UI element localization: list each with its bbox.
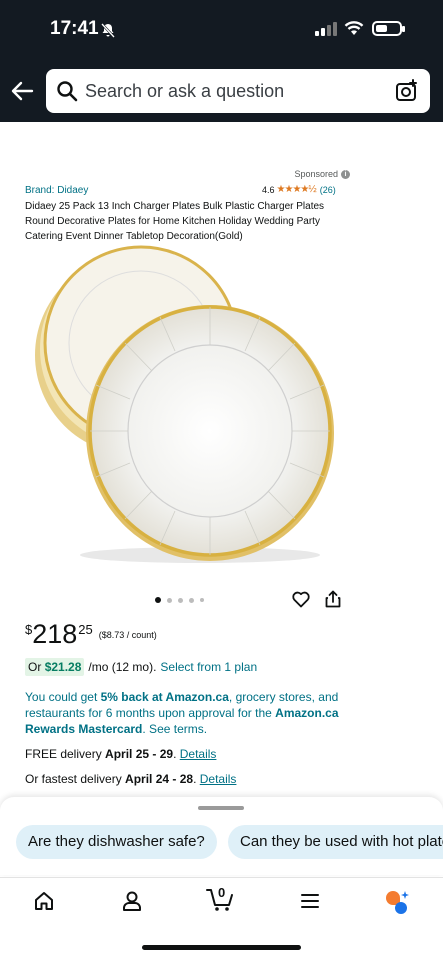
price: $ 218 25 ($8.73 / count) — [25, 618, 157, 650]
silent-bell-icon — [101, 23, 115, 38]
brand-link[interactable]: Brand: Didaey — [25, 185, 88, 196]
suggestion-chip[interactable]: Can they be used with hot plates? — [228, 825, 443, 859]
rating[interactable]: 4.6 ★★★★½ (26) — [262, 184, 336, 195]
back-arrow-icon[interactable] — [10, 80, 34, 102]
monthly-amount: $21.28 — [44, 660, 82, 674]
heart-icon[interactable] — [292, 591, 310, 608]
star-rating-icon: ★★★★½ — [276, 184, 317, 195]
details-link[interactable]: Details — [200, 772, 237, 786]
cart-count: 0 — [218, 885, 226, 900]
rating-count[interactable]: (26) — [320, 185, 336, 195]
search-input[interactable]: Search or ask a question — [85, 81, 284, 102]
wifi-icon — [344, 21, 364, 35]
select-plan-link[interactable]: Select from 1 plan — [160, 660, 257, 674]
share-icon[interactable] — [325, 590, 341, 608]
carousel-dot[interactable] — [200, 598, 204, 602]
suggestion-chip[interactable]: Are they dishwasher safe? — [16, 825, 217, 859]
signal-icon — [315, 22, 337, 36]
product-title: Didaey 25 Pack 13 Inch Charger Plates Bu… — [25, 201, 325, 242]
menu-icon[interactable] — [299, 890, 321, 912]
fastest-delivery-dates: April 24 - 28 — [125, 772, 194, 786]
product-image[interactable] — [30, 245, 350, 575]
home-icon[interactable] — [33, 890, 55, 912]
cart-icon[interactable]: 0 — [205, 885, 235, 915]
unit-price: ($8.73 / count) — [98, 630, 157, 640]
monthly-badge: Or $21.28 — [25, 658, 85, 676]
price-fraction: 25 — [78, 622, 93, 637]
monthly-payment: Or $21.28 /mo (12 mo). Select from 1 pla… — [25, 658, 257, 676]
info-icon[interactable]: i — [341, 169, 350, 179]
rewards-offer[interactable]: You could get 5% back at Amazon.ca, groc… — [25, 689, 345, 737]
price-whole: 218 — [32, 619, 78, 649]
battery-icon — [372, 21, 405, 36]
search-bar[interactable]: Search or ask a question — [46, 69, 430, 113]
free-delivery-dates: April 25 - 29 — [105, 747, 174, 761]
price-currency: $ — [25, 622, 33, 637]
home-indicator — [142, 945, 301, 950]
carousel-dot[interactable] — [178, 597, 183, 603]
sponsored-label[interactable]: Sponsored i — [294, 169, 350, 179]
camera-search-icon[interactable] — [394, 78, 420, 104]
rufus-icon[interactable] — [383, 890, 411, 916]
status-time: 17:41 — [50, 18, 99, 39]
fastest-delivery: Or fastest delivery April 24 - 28. Detai… — [25, 772, 237, 786]
carousel-dot[interactable] — [189, 597, 194, 603]
account-icon[interactable] — [121, 890, 143, 912]
monthly-term: /mo (12 mo). — [88, 660, 157, 674]
details-link[interactable]: Details — [180, 747, 217, 761]
carousel-dot[interactable] — [155, 597, 161, 603]
sheet-grabber[interactable] — [198, 806, 244, 810]
search-icon — [57, 81, 78, 102]
carousel-dot[interactable] — [167, 597, 172, 603]
image-carousel-dots[interactable] — [155, 597, 204, 603]
free-delivery: FREE delivery April 25 - 29. Details — [25, 747, 217, 761]
rating-value: 4.6 — [262, 184, 275, 195]
